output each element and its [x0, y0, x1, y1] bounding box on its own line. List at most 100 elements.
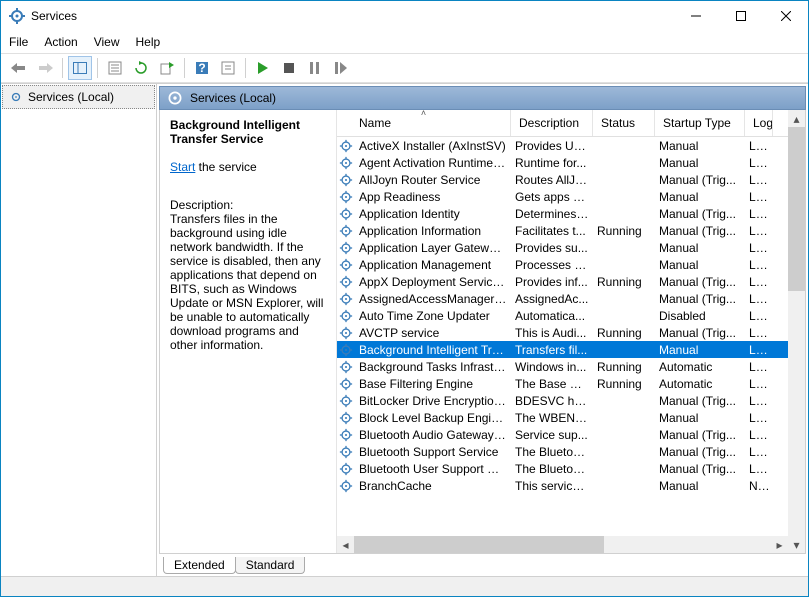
stop-service-button[interactable]	[277, 56, 301, 80]
menu-help[interactable]: Help	[136, 35, 161, 49]
cell-description: Automatica...	[511, 309, 593, 323]
service-row[interactable]: BitLocker Drive Encryption ...BDESVC hos…	[337, 392, 788, 409]
cell-logon: Loca	[745, 360, 773, 374]
service-row[interactable]: Application IdentityDetermines ...Manual…	[337, 205, 788, 222]
service-row[interactable]: AVCTP serviceThis is Audi...RunningManua…	[337, 324, 788, 341]
service-row[interactable]: Block Level Backup Engine ...The WBENG..…	[337, 409, 788, 426]
horizontal-scrollbar[interactable]: ◂ ▸	[337, 536, 788, 553]
cell-description: Service sup...	[511, 428, 593, 442]
back-button[interactable]	[7, 56, 31, 80]
service-row[interactable]: AllJoyn Router ServiceRoutes AllJo... Man…	[337, 171, 788, 188]
service-row[interactable]: Application ManagementProcesses in...Man…	[337, 256, 788, 273]
close-button[interactable]	[763, 1, 808, 31]
cell-startup: Manual	[655, 139, 745, 153]
refresh-button[interactable]	[129, 56, 153, 80]
cell-logon: Loca	[745, 139, 773, 153]
column-logon[interactable]: Log	[745, 110, 773, 136]
scroll-down-icon[interactable]: ▾	[788, 536, 805, 553]
detail-pane: Background Intelligent Transfer Service …	[160, 110, 336, 553]
cell-description: Windows in...	[511, 360, 593, 374]
pause-service-button[interactable]	[303, 56, 327, 80]
cell-logon: Loca	[745, 241, 773, 255]
menu-action[interactable]: Action	[44, 35, 77, 49]
service-row[interactable]: ActiveX Installer (AxInstSV)Provides Us.…	[337, 137, 788, 154]
gear-icon	[337, 275, 355, 289]
column-description[interactable]: Description	[511, 110, 593, 136]
cell-status: Running	[593, 360, 655, 374]
service-row[interactable]: Background Tasks Infrastruc...Windows in…	[337, 358, 788, 375]
cell-description: Gets apps re...	[511, 190, 593, 204]
service-row[interactable]: Application Layer Gateway ...Provides su…	[337, 239, 788, 256]
help-button[interactable]: ?	[190, 56, 214, 80]
menu-view[interactable]: View	[94, 35, 120, 49]
view-tabs: Extended Standard	[159, 554, 806, 574]
service-row[interactable]: AppX Deployment Service (...Provides inf…	[337, 273, 788, 290]
gear-icon	[337, 479, 355, 493]
service-row[interactable]: Auto Time Zone UpdaterAutomatica...Disab…	[337, 307, 788, 324]
cell-startup: Manual	[655, 258, 745, 272]
cell-startup: Manual (Trig...	[655, 173, 745, 187]
gear-icon	[337, 326, 355, 340]
column-startup[interactable]: Startup Type	[655, 110, 745, 136]
selected-service-name: Background Intelligent Transfer Service	[170, 118, 326, 146]
gear-icon	[337, 411, 355, 425]
cell-startup: Manual (Trig...	[655, 445, 745, 459]
service-row[interactable]: Agent Activation Runtime_...Runtime for.…	[337, 154, 788, 171]
service-row[interactable]: BranchCacheThis service ...ManualNetv	[337, 477, 788, 494]
cell-description: AssignedAc...	[511, 292, 593, 306]
gear-icon	[337, 258, 355, 272]
cell-description: Routes AllJo...	[511, 173, 593, 187]
cell-description: Provides Us...	[511, 139, 593, 153]
service-row[interactable]: Bluetooth Support ServiceThe Bluetoo...M…	[337, 443, 788, 460]
service-row[interactable]: Base Filtering EngineThe Base Fil...Runn…	[337, 375, 788, 392]
service-row[interactable]: AssignedAccessManager Se...AssignedAc...…	[337, 290, 788, 307]
vertical-scrollbar[interactable]: ▴ ▾	[788, 110, 805, 553]
tab-extended[interactable]: Extended	[163, 557, 236, 574]
service-row[interactable]: Background Intelligent Tran...Transfers …	[337, 341, 788, 358]
menu-file[interactable]: File	[9, 35, 28, 49]
properties-button[interactable]	[103, 56, 127, 80]
service-row[interactable]: Bluetooth User Support Ser...The Bluetoo…	[337, 460, 788, 477]
service-rows[interactable]: ActiveX Installer (AxInstSV)Provides Us.…	[337, 137, 788, 536]
cell-startup: Manual (Trig...	[655, 224, 745, 238]
cell-name: Application Identity	[355, 207, 511, 221]
service-row[interactable]: Bluetooth Audio Gateway S...Service sup.…	[337, 426, 788, 443]
tree-item-label: Services (Local)	[28, 90, 114, 104]
scroll-up-icon[interactable]: ▴	[788, 110, 805, 127]
cell-name: AllJoyn Router Service	[355, 173, 511, 187]
column-status[interactable]: Status	[593, 110, 655, 136]
show-hide-tree-button[interactable]	[68, 56, 92, 80]
maximize-button[interactable]	[718, 1, 763, 31]
statusbar	[1, 576, 808, 596]
cell-description: Determines ...	[511, 207, 593, 221]
start-service-link[interactable]: Start	[170, 160, 195, 174]
forward-button[interactable]	[33, 56, 57, 80]
tree-item-services-local[interactable]: Services (Local)	[2, 85, 155, 109]
service-row[interactable]: Application InformationFacilitates t...R…	[337, 222, 788, 239]
tab-standard[interactable]: Standard	[235, 557, 306, 574]
services-list: Name˄ Description Status Startup Type Lo…	[336, 110, 805, 553]
cell-name: Application Layer Gateway ...	[355, 241, 511, 255]
gear-icon	[337, 445, 355, 459]
column-name[interactable]: Name˄	[337, 110, 511, 136]
scroll-left-icon[interactable]: ◂	[337, 536, 354, 553]
restart-service-button[interactable]	[329, 56, 353, 80]
tree-panel: Services (Local)	[1, 84, 157, 576]
gear-icon	[337, 360, 355, 374]
gear-icon	[337, 428, 355, 442]
cell-logon: Loca	[745, 258, 773, 272]
titlebar[interactable]: Services	[1, 1, 808, 31]
description-text: Transfers files in the background using …	[170, 212, 326, 352]
cell-logon: Loca	[745, 207, 773, 221]
scroll-right-icon[interactable]: ▸	[771, 536, 788, 553]
hscroll-thumb[interactable]	[354, 536, 604, 553]
cell-name: Background Intelligent Tran...	[355, 343, 511, 357]
cell-startup: Manual (Trig...	[655, 394, 745, 408]
minimize-button[interactable]	[673, 1, 718, 31]
service-row[interactable]: App ReadinessGets apps re...ManualLoca	[337, 188, 788, 205]
services-window: Services File Action View Help ? Se	[0, 0, 809, 597]
start-service-button[interactable]	[251, 56, 275, 80]
export-button[interactable]	[155, 56, 179, 80]
about-button[interactable]	[216, 56, 240, 80]
vscroll-thumb[interactable]	[788, 127, 805, 291]
